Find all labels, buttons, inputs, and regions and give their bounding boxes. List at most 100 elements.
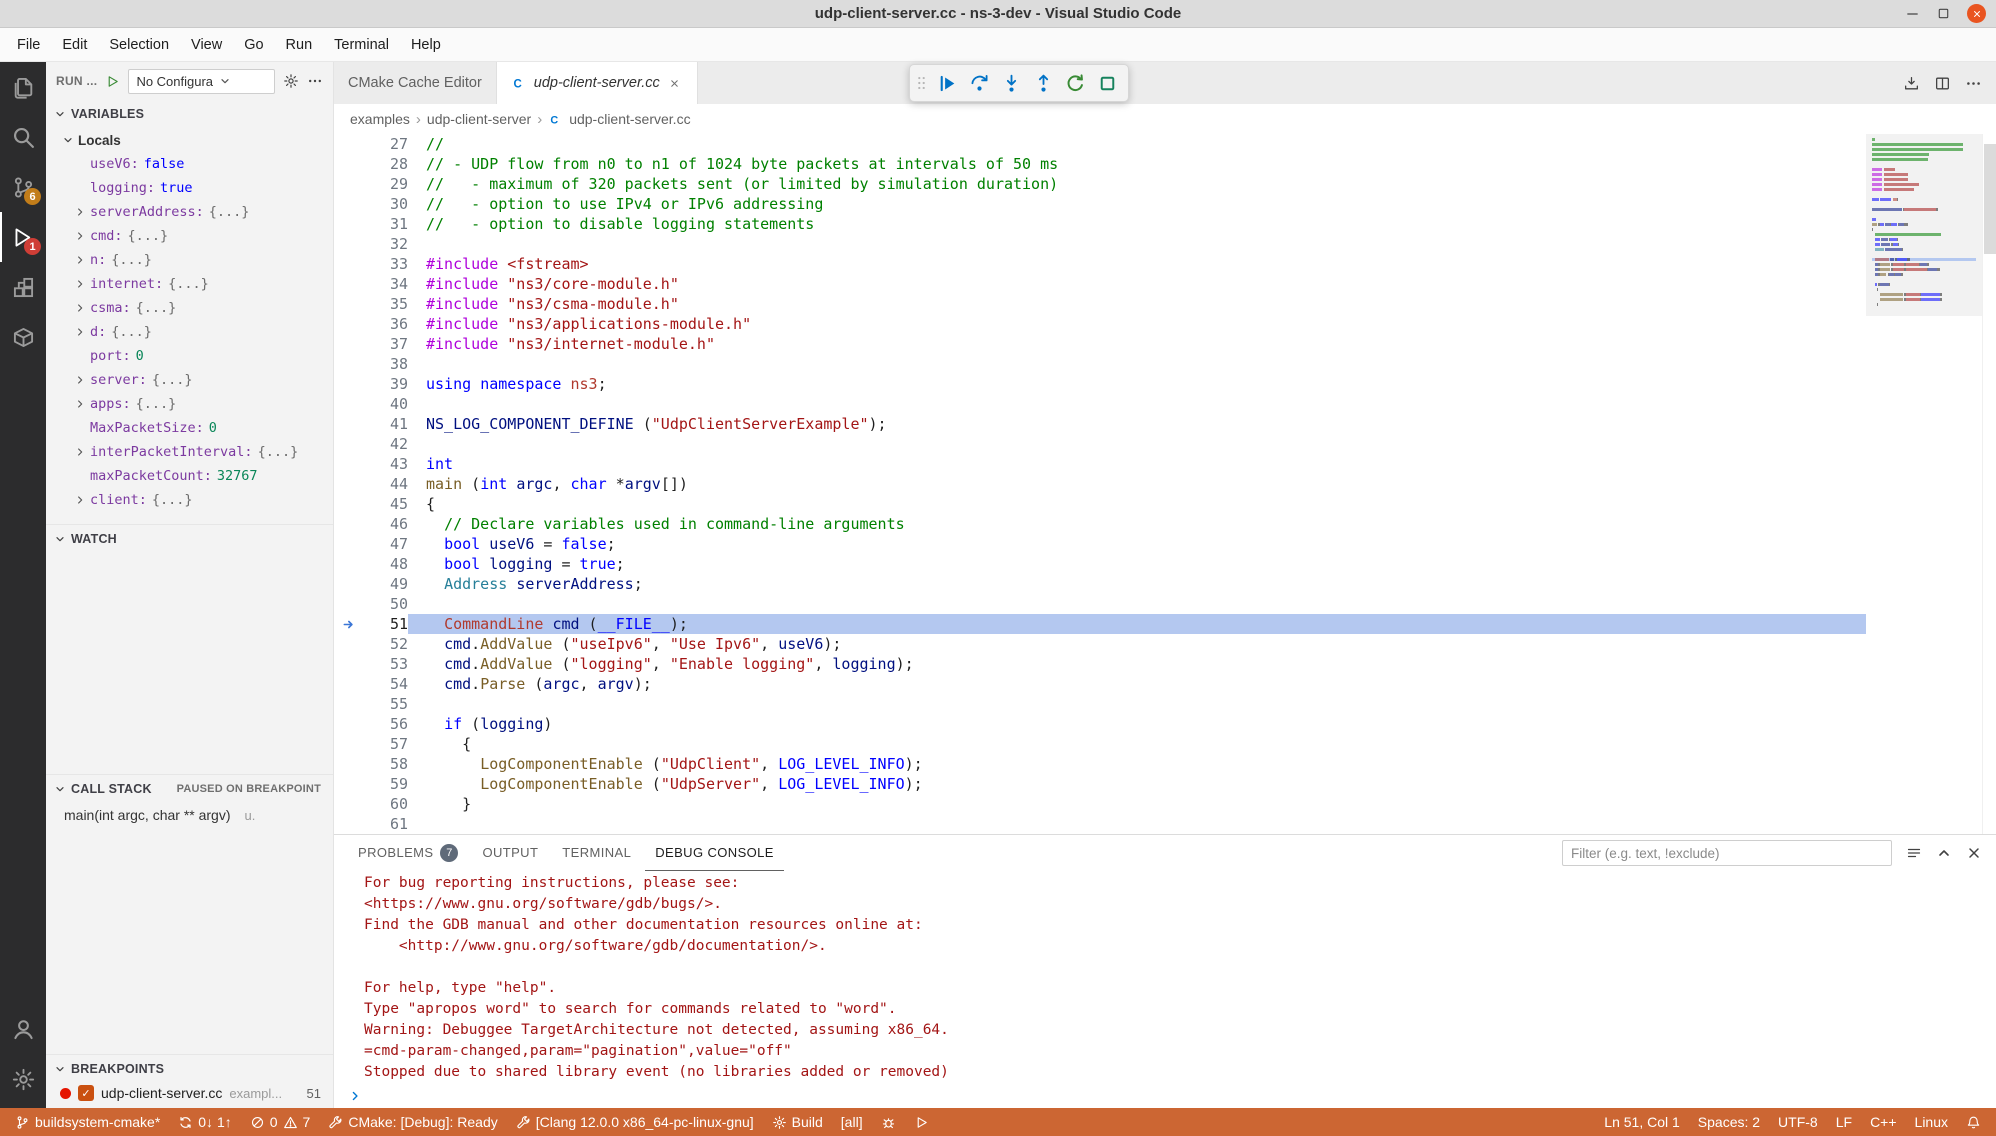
maximize-panel-icon[interactable] [1936,845,1952,861]
code-line[interactable]: 37#include "ns3/internet-module.h" [334,334,1866,354]
glyph-margin[interactable] [334,754,364,774]
code-line[interactable]: 31// - option to disable logging stateme… [334,214,1866,234]
scope-locals[interactable]: Locals [46,128,333,152]
menu-selection[interactable]: Selection [98,33,180,57]
glyph-margin[interactable] [334,714,364,734]
glyph-margin[interactable] [334,814,364,834]
code-editor[interactable]: 27//28// - UDP flow from n0 to n1 of 102… [334,134,1866,834]
more-actions-icon[interactable] [1965,75,1982,92]
code-line[interactable]: 36#include "ns3/applications-module.h" [334,314,1866,334]
breadcrumb-item-udp-client-server[interactable]: udp-client-server [427,111,531,127]
menu-go[interactable]: Go [233,33,274,57]
code-line[interactable]: 60 } [334,794,1866,814]
status-language-mode[interactable]: C++ [1861,1108,1905,1136]
variables-section-header[interactable]: VARIABLES [46,100,333,128]
code-line[interactable]: 34#include "ns3/core-module.h" [334,274,1866,294]
glyph-margin[interactable] [334,454,364,474]
glyph-margin[interactable] [334,274,364,294]
glyph-margin[interactable] [334,154,364,174]
call-stack-frame[interactable]: main(int argc, char ** argv) u. [46,802,333,828]
maximize-icon[interactable] [1936,6,1951,21]
glyph-margin[interactable] [334,794,364,814]
panel-tab-output[interactable]: OUTPUT [472,835,548,871]
close-tab-icon[interactable] [667,75,683,91]
variable-row[interactable]: port:0 [46,344,333,368]
editor-scrollbar[interactable] [1982,134,1996,834]
glyph-margin[interactable] [334,654,364,674]
code-line[interactable]: 57 { [334,734,1866,754]
code-line[interactable]: 27// [334,134,1866,154]
chevron-right-icon[interactable] [74,230,90,242]
status-cmake-kit[interactable]: [Clang 12.0.0 x86_64-pc-linux-gnu] [507,1108,763,1136]
variable-row[interactable]: useV6:false [46,152,333,176]
chevron-right-icon[interactable] [74,398,90,410]
drag-handle-icon[interactable] [916,73,927,93]
status-cmake-debug[interactable] [872,1108,905,1136]
glyph-margin[interactable] [334,434,364,454]
glyph-margin[interactable] [334,634,364,654]
tab-udp-client-server-cc[interactable]: Cudp-client-server.cc [497,62,698,104]
tab-cmake-cache-editor[interactable]: CMake Cache Editor [334,62,497,104]
activity-explorer[interactable] [0,62,46,112]
status-cmake-status[interactable]: CMake: [Debug]: Ready [319,1108,506,1136]
glyph-margin[interactable] [334,574,364,594]
glyph-margin[interactable] [334,334,364,354]
variable-row[interactable]: cmd:{...} [46,224,333,248]
breadcrumb-item-examples[interactable]: examples [350,111,410,127]
glyph-margin[interactable] [334,354,364,374]
panel-tab-terminal[interactable]: TERMINAL [552,835,641,871]
status-cmake-launch[interactable] [905,1108,938,1136]
glyph-margin[interactable] [334,394,364,414]
activity-accounts[interactable] [0,1004,46,1054]
status-eol[interactable]: LF [1827,1108,1861,1136]
code-line[interactable]: 32 [334,234,1866,254]
glyph-margin[interactable] [334,734,364,754]
code-line[interactable]: 59 LogComponentEnable ("UdpServer", LOG_… [334,774,1866,794]
variable-row[interactable]: internet:{...} [46,272,333,296]
console-filter-input[interactable] [1562,840,1892,866]
code-line[interactable]: 29// - maximum of 320 packets sent (or l… [334,174,1866,194]
status-cmake-build[interactable]: Build [763,1108,832,1136]
code-line[interactable]: 52 cmd.AddValue ("useIpv6", "Use Ipv6", … [334,634,1866,654]
glyph-margin[interactable] [334,674,364,694]
chevron-right-icon[interactable] [74,374,90,386]
activity-cmake-tools[interactable] [0,312,46,362]
variable-row[interactable]: d:{...} [46,320,333,344]
step-out-button[interactable] [1028,68,1058,98]
status-branch-indicator[interactable]: buildsystem-cmake* [6,1108,169,1136]
code-line[interactable]: 47 bool useV6 = false; [334,534,1866,554]
start-debugging-icon[interactable] [105,74,120,89]
close-window-button[interactable] [1967,4,1986,23]
code-line[interactable]: 44main (int argc, char *argv[]) [334,474,1866,494]
more-actions-icon[interactable] [307,73,323,89]
breakpoints-section-header[interactable]: BREAKPOINTS [46,1054,333,1082]
breakpoint-checkbox[interactable]: ✓ [78,1085,94,1101]
chevron-right-icon[interactable] [74,278,90,290]
debug-config-select[interactable]: No Configura [128,69,275,94]
status-cursor-position[interactable]: Ln 51, Col 1 [1595,1108,1689,1136]
restart-button[interactable] [1060,68,1090,98]
chevron-right-icon[interactable] [74,494,90,506]
chevron-right-icon[interactable] [74,326,90,338]
code-line[interactable]: 48 bool logging = true; [334,554,1866,574]
code-line[interactable]: 51 CommandLine cmd (__FILE__); [334,614,1866,634]
glyph-margin[interactable] [334,314,364,334]
code-line[interactable]: 50 [334,594,1866,614]
status-cmake-target[interactable]: [all] [832,1108,872,1136]
step-into-button[interactable] [996,68,1026,98]
activity-manage[interactable] [0,1054,46,1104]
code-line[interactable]: 56 if (logging) [334,714,1866,734]
panel-tab-debug-console[interactable]: DEBUG CONSOLE [645,835,784,871]
code-line[interactable]: 49 Address serverAddress; [334,574,1866,594]
variable-row[interactable]: maxPacketCount:32767 [46,464,333,488]
console-input[interactable] [348,1084,1996,1108]
variable-row[interactable]: serverAddress:{...} [46,200,333,224]
code-line[interactable]: 58 LogComponentEnable ("UdpClient", LOG_… [334,754,1866,774]
step-over-button[interactable] [964,68,994,98]
glyph-margin[interactable] [334,254,364,274]
code-line[interactable]: 53 cmd.AddValue ("logging", "Enable logg… [334,654,1866,674]
minimize-icon[interactable] [1905,6,1920,21]
variable-row[interactable]: client:{...} [46,488,333,512]
glyph-margin[interactable] [334,234,364,254]
variable-row[interactable]: apps:{...} [46,392,333,416]
